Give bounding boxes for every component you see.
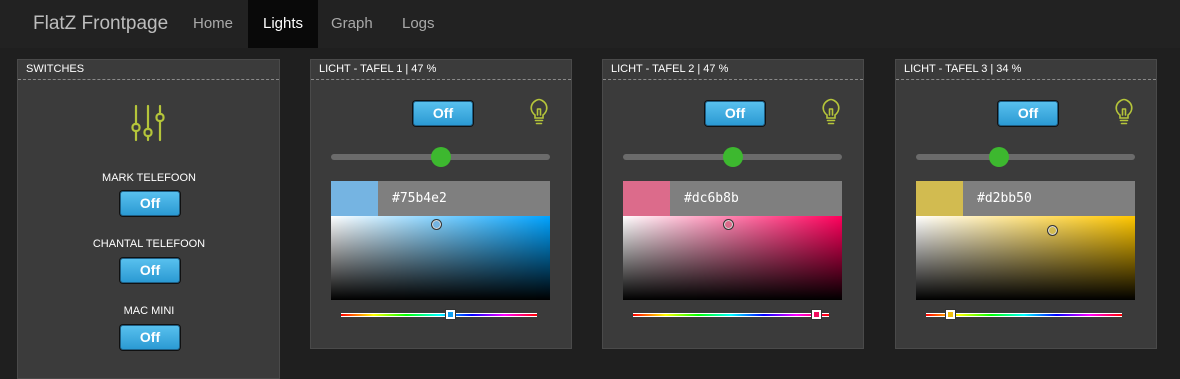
brightness-slider-handle[interactable] <box>989 147 1010 167</box>
sliders-icon <box>131 104 165 142</box>
color-value-bar: #dc6b8b <box>623 181 842 216</box>
nav-lights[interactable]: Lights <box>248 0 319 48</box>
saturation-brightness-picker[interactable] <box>916 216 1135 300</box>
light-1-off-button[interactable]: Off <box>413 101 473 126</box>
saturation-brightness-picker[interactable] <box>331 216 550 300</box>
hue-slider-handle[interactable] <box>945 309 957 320</box>
light-3-off-button[interactable]: Off <box>998 101 1058 126</box>
brand-title[interactable]: FlatZ Frontpage <box>33 13 168 35</box>
switch-label-mark-telefoon: MARK TELEFOON <box>102 172 196 184</box>
switch-label-chantal-telefoon: CHANTAL TELEFOON <box>92 238 206 250</box>
color-value-bar: #75b4e2 <box>331 181 550 216</box>
color-swatch <box>916 181 963 216</box>
hue-slider-handle[interactable] <box>444 309 456 320</box>
color-hex-value[interactable]: #75b4e2 <box>392 191 447 206</box>
color-swatch <box>623 181 670 216</box>
chantal-telefoon-off-button[interactable]: Off <box>120 258 180 283</box>
light-panel-title: LICHT - TAFEL 3 | 34 % <box>896 60 1156 80</box>
nav-home[interactable]: Home <box>178 0 248 48</box>
brightness-gradient <box>916 216 1135 300</box>
hue-slider-handle[interactable] <box>811 309 823 320</box>
light-panel-title: LICHT - TAFEL 1 | 47 % <box>311 60 571 80</box>
switches-panel-title: SWITCHES <box>18 60 279 80</box>
lightbulb-icon <box>530 98 548 125</box>
light-panel-2: LICHT - TAFEL 2 | 47 % Off #dc6b8b <box>602 59 864 349</box>
saturation-brightness-picker[interactable] <box>623 216 842 300</box>
lightbulb-icon <box>1115 98 1133 125</box>
brightness-slider[interactable] <box>916 154 1135 160</box>
mark-telefoon-off-button[interactable]: Off <box>120 191 180 216</box>
brightness-slider-handle[interactable] <box>430 147 451 167</box>
light-panel-3: LICHT - TAFEL 3 | 34 % Off #d2bb50 <box>895 59 1157 349</box>
navbar: FlatZ Frontpage Home Lights Graph Logs <box>0 0 1180 48</box>
color-value-bar: #d2bb50 <box>916 181 1135 216</box>
lightbulb-icon <box>822 98 840 125</box>
brightness-slider-handle[interactable] <box>722 147 743 167</box>
light-panel-1: LICHT - TAFEL 1 | 47 % Off #75b4e2 <box>310 59 572 349</box>
hue-slider[interactable] <box>633 313 829 317</box>
hue-slider[interactable] <box>341 313 537 317</box>
mac-mini-off-button[interactable]: Off <box>120 325 180 350</box>
brightness-gradient <box>623 216 842 300</box>
switches-panel: SWITCHES MARK TELEFOON Off CHANTAL TELEF… <box>17 59 280 379</box>
color-swatch <box>331 181 378 216</box>
brightness-gradient <box>331 216 550 300</box>
color-picker-cursor[interactable] <box>1046 225 1058 237</box>
nav-logs[interactable]: Logs <box>387 0 450 48</box>
color-hex-value[interactable]: #d2bb50 <box>977 191 1032 206</box>
nav-graph[interactable]: Graph <box>316 0 388 48</box>
switch-label-mac-mini: MAC MINI <box>123 305 175 317</box>
color-hex-value[interactable]: #dc6b8b <box>684 191 739 206</box>
light-2-off-button[interactable]: Off <box>705 101 765 126</box>
light-panel-title: LICHT - TAFEL 2 | 47 % <box>603 60 863 80</box>
